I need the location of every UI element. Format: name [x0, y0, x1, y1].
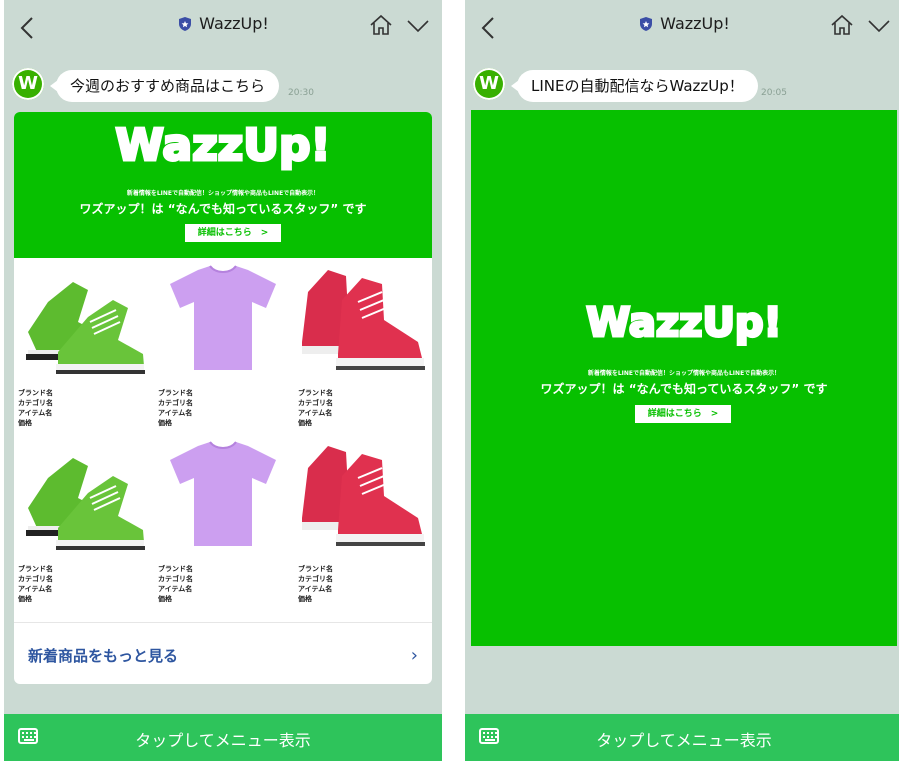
product-item-name: アイテム名: [18, 585, 53, 593]
sneaker-image: [26, 458, 145, 550]
wazzup-logo: WazzUp!: [585, 299, 784, 348]
home-icon[interactable]: [829, 12, 855, 38]
details-button[interactable]: 詳細はこちら >: [635, 405, 731, 423]
tshirt-image: [170, 265, 276, 370]
rich-menu-bar[interactable]: タップしてメニュー表示: [465, 714, 899, 761]
wazzup-logo: WazzUp!: [114, 119, 332, 173]
chevron-down-icon[interactable]: [406, 18, 430, 34]
see-more-link[interactable]: 新着商品をもっと見る ›: [14, 622, 432, 684]
hero-banner[interactable]: WazzUp! 新着情報をLINEで自動配信！ショップ情報や商品もLINEで自動…: [14, 112, 432, 258]
chat-title-text: WazzUp!: [660, 14, 730, 33]
product-info: ブランド名 カテゴリ名 アイテム名 価格: [298, 388, 333, 428]
see-more-label: 新着商品をもっと見る: [28, 647, 179, 665]
product-price: 価格: [298, 419, 312, 427]
product-category: カテゴリ名: [158, 399, 193, 407]
shield-icon: [640, 17, 653, 31]
product-category: カテゴリ名: [298, 399, 333, 407]
top-bar: WazzUp!: [4, 0, 442, 56]
product-category: カテゴリ名: [298, 575, 333, 583]
product-item-name: アイテム名: [298, 409, 333, 417]
product-info: ブランド名 カテゴリ名 アイテム名 価格: [18, 564, 53, 604]
product-price: 価格: [18, 419, 32, 427]
avatar[interactable]: W: [473, 68, 505, 100]
product-item-name: アイテム名: [18, 409, 53, 417]
chat-screen-right: WazzUp! W LINEの自動配信ならWazzUp！ 20:05 WazzU…: [465, 0, 899, 761]
product-price: 価格: [158, 419, 172, 427]
product-item-name: アイテム名: [298, 585, 333, 593]
chat-title-text: WazzUp!: [199, 14, 269, 33]
product-brand: ブランド名: [18, 389, 53, 397]
product-brand: ブランド名: [298, 389, 333, 397]
home-icon[interactable]: [368, 12, 394, 38]
product-item-name: アイテム名: [158, 585, 193, 593]
product-brand: ブランド名: [158, 389, 193, 397]
message-time: 20:30: [288, 88, 314, 98]
sneaker-image: [26, 282, 145, 374]
product-brand: ブランド名: [158, 565, 193, 573]
product-price: 価格: [18, 595, 32, 603]
menu-label: タップしてメニュー表示: [596, 731, 772, 750]
promo-subtext: 新着情報をLINEで自動配信！ショップ情報や商品もLINEで自動表示！: [587, 370, 781, 377]
product-info: ブランド名 カテゴリ名 アイテム名 価格: [158, 388, 193, 428]
message-bubble: LINEの自動配信ならWazzUp！: [511, 70, 758, 102]
product-card: WazzUp! 新着情報をLINEで自動配信！ショップ情報や商品もLINEで自動…: [14, 112, 432, 684]
product-item-name: アイテム名: [158, 409, 193, 417]
hero-tagline: ワズアップ！は “なんでも知っているスタッフ” です: [79, 202, 367, 216]
promo-card[interactable]: WazzUp! 新着情報をLINEで自動配信！ショップ情報や商品もLINEで自動…: [471, 110, 897, 646]
sneaker-image: [302, 446, 425, 546]
message-time: 20:05: [761, 88, 787, 98]
hero-subtext: 新着情報をLINEで自動配信！ショップ情報や商品もLINEで自動表示！: [126, 190, 320, 197]
sneaker-image: [302, 270, 425, 370]
message-bubble: 今週のおすすめ商品はこちら: [49, 70, 280, 102]
promo-tagline: ワズアップ！は “なんでも知っているスタッフ” です: [540, 382, 828, 396]
shield-icon: [179, 17, 192, 31]
details-button[interactable]: 詳細はこちら >: [185, 224, 281, 242]
product-info: ブランド名 カテゴリ名 アイテム名 価格: [158, 564, 193, 604]
product-info: ブランド名 カテゴリ名 アイテム名 価格: [298, 564, 333, 604]
product-info: ブランド名 カテゴリ名 アイテム名 価格: [18, 388, 53, 428]
avatar[interactable]: W: [12, 68, 44, 100]
product-brand: ブランド名: [18, 565, 53, 573]
product-category: カテゴリ名: [18, 575, 53, 583]
chevron-right-icon: ›: [410, 645, 418, 666]
product-price: 価格: [158, 595, 172, 603]
tshirt-image: [170, 441, 276, 546]
chevron-down-icon[interactable]: [867, 18, 891, 34]
chat-screen-left: WazzUp! W 今週のおすすめ商品はこちら 20:30 WazzUp! 新着…: [4, 0, 442, 761]
rich-menu-bar[interactable]: タップしてメニュー表示: [4, 714, 442, 761]
product-brand: ブランド名: [298, 565, 333, 573]
product-category: カテゴリ名: [18, 399, 53, 407]
menu-label: タップしてメニュー表示: [135, 731, 311, 750]
product-category: カテゴリ名: [158, 575, 193, 583]
product-price: 価格: [298, 595, 312, 603]
top-bar: WazzUp!: [465, 0, 899, 56]
